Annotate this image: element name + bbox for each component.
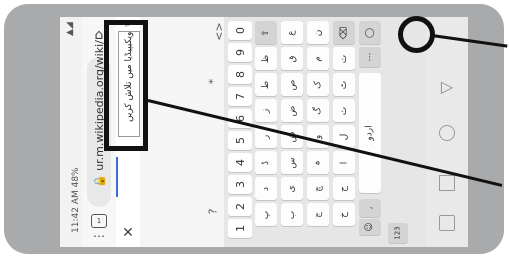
signal-icon: ▲◢	[65, 22, 75, 36]
text-cursor	[116, 157, 118, 197]
status-bar: ▲◢ 11:42 AM 48%	[60, 17, 82, 247]
letter-key[interactable]: ض	[281, 99, 303, 122]
letter-key[interactable]: ی	[281, 177, 303, 200]
number-key[interactable]: 4	[228, 153, 252, 172]
number-key[interactable]: 8	[228, 65, 252, 84]
backspace-key[interactable]: ⌫	[333, 21, 355, 44]
keyboard-switch-icon[interactable]	[439, 215, 455, 231]
letter-key[interactable]: م	[307, 47, 329, 70]
num-switch-key[interactable]: 123	[388, 223, 408, 243]
tabs-count-icon[interactable]: 1	[91, 214, 107, 228]
key-column-3: ن م ک گ و ہ چ ج	[306, 19, 330, 245]
letter-key[interactable]: ن	[307, 21, 329, 44]
letter-key[interactable]: ق	[281, 47, 303, 70]
key-column-4: ⌫ ت ٹ ث ل ا ح خ	[332, 19, 356, 245]
number-key[interactable]: 1	[228, 219, 252, 238]
back-triangle-icon[interactable]: ▷	[438, 77, 456, 96]
letter-key[interactable]: ز	[255, 99, 277, 122]
letter-key[interactable]: ا	[333, 151, 355, 174]
navigation-bar: ▷	[426, 17, 468, 247]
close-icon[interactable]: ✕	[120, 225, 136, 241]
letter-key[interactable]: ڈ	[255, 151, 277, 174]
letter-key[interactable]: ب	[281, 203, 303, 226]
letter-key[interactable]: پ	[255, 203, 277, 226]
alt-symbol: *	[206, 78, 220, 85]
search-field-highlight	[104, 20, 148, 151]
letter-key[interactable]: ع	[281, 21, 303, 44]
alt-symbol: <>	[212, 22, 226, 41]
letter-key[interactable]: ک	[307, 73, 329, 96]
letter-key[interactable]: ص	[281, 73, 303, 96]
number-key[interactable]: 5	[228, 131, 252, 150]
symbol-hints: <> * ?	[206, 17, 226, 247]
letter-key[interactable]: ہ	[307, 151, 329, 174]
home-circle-icon[interactable]	[439, 125, 455, 141]
number-row: 0 9 8 7 6 5 4 3 2 1	[224, 17, 252, 247]
status-time: 11:42 AM 48%	[71, 167, 81, 233]
alt-symbol: ?	[206, 208, 220, 215]
number-key[interactable]: 7	[228, 87, 252, 106]
letter-key[interactable]: چ	[307, 177, 329, 200]
letter-key[interactable]: گ	[307, 99, 329, 122]
letter-key[interactable]: ث	[333, 99, 355, 122]
number-key[interactable]: 3	[228, 175, 252, 194]
letter-key[interactable]: ٹ	[333, 73, 355, 96]
shift-key[interactable]: ⇧	[255, 21, 277, 44]
letter-key[interactable]: ت	[333, 47, 355, 70]
menu-dots-icon[interactable]: ⋯	[90, 230, 108, 245]
letter-key[interactable]: ح	[333, 177, 355, 200]
letter-key[interactable]: س	[281, 151, 303, 174]
number-key[interactable]: 0	[228, 21, 252, 40]
recents-square-icon[interactable]	[439, 175, 455, 191]
lock-icon: 🔒	[93, 174, 106, 188]
number-key[interactable]: 9	[228, 43, 252, 62]
number-key[interactable]: 2	[228, 197, 252, 216]
letter-key[interactable]: ط	[255, 73, 277, 96]
time-text: 11:42 AM	[71, 190, 81, 233]
letter-key[interactable]: خ	[333, 203, 355, 226]
alt-symbols	[362, 17, 386, 247]
battery-text: 48%	[71, 167, 81, 188]
mic-highlight	[398, 16, 435, 53]
letter-key[interactable]: د	[255, 177, 277, 200]
letter-key[interactable]: ج	[307, 203, 329, 226]
letter-key[interactable]: ظ	[255, 47, 277, 70]
